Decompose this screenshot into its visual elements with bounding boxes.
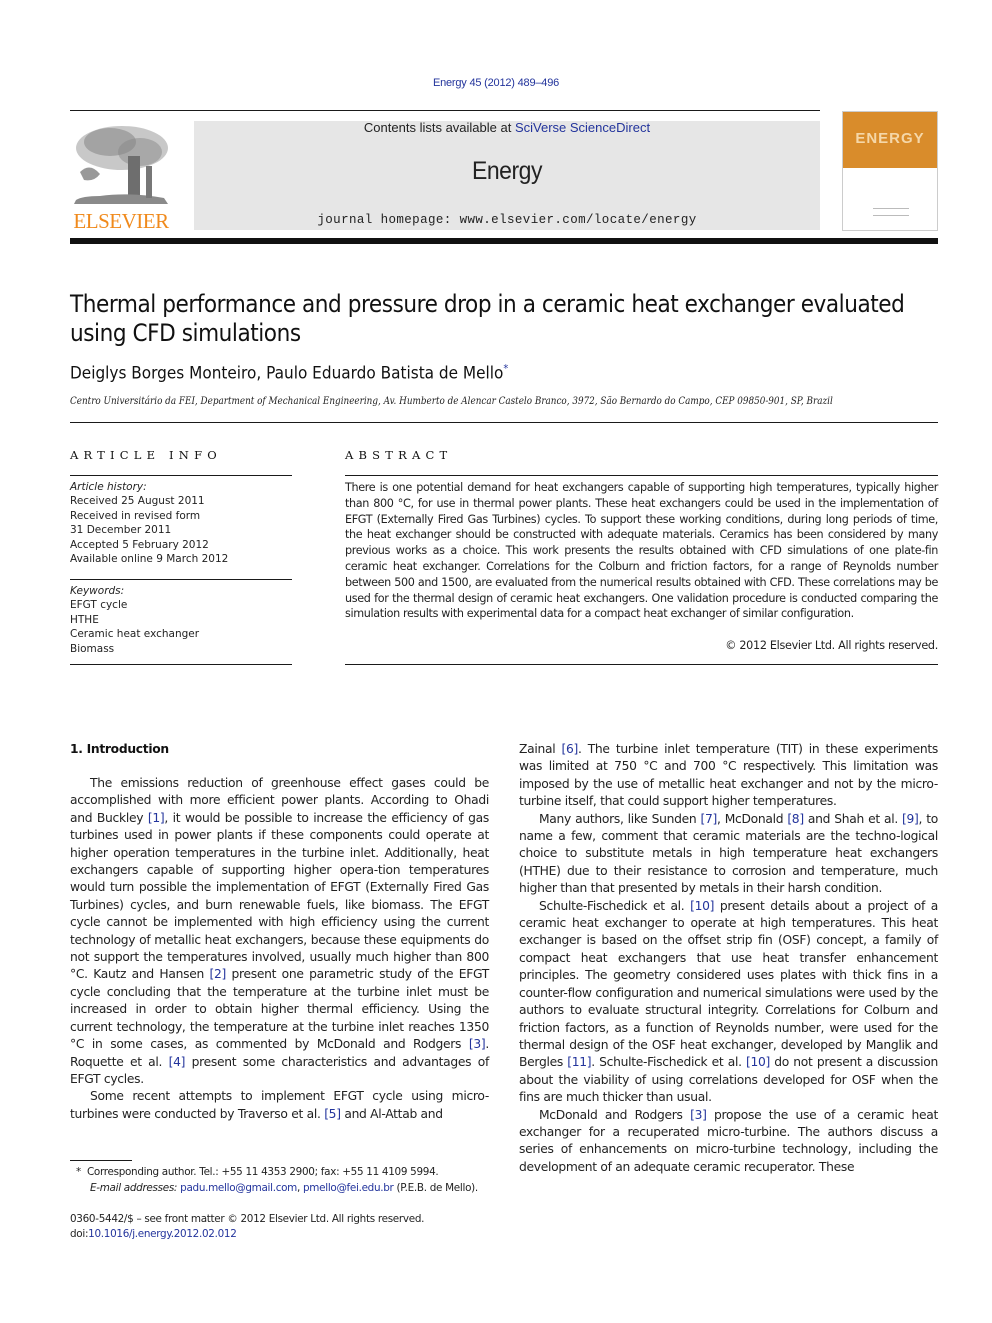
paragraph: The emissions reduction of greenhouse ef… bbox=[70, 775, 489, 1088]
footnote-corresponding: * Corresponding author. Tel.: +55 11 435… bbox=[70, 1165, 500, 1181]
abstract-copyright: © 2012 Elsevier Ltd. All rights reserved… bbox=[725, 639, 938, 652]
doi-link[interactable]: 10.1016/j.energy.2012.02.012 bbox=[88, 1228, 237, 1240]
authors: Deiglys Borges Monteiro, Paulo Eduardo B… bbox=[70, 362, 508, 384]
keywords-rule bbox=[70, 579, 292, 580]
doi-label: doi: bbox=[70, 1227, 89, 1240]
paragraph-text: , it would be possible to increase the e… bbox=[70, 810, 489, 982]
reference-link[interactable]: [6] bbox=[561, 742, 578, 756]
article-info-bottom-rule bbox=[70, 664, 292, 665]
reference-link[interactable]: [3] bbox=[469, 1037, 486, 1051]
keyword-item: EFGT cycle bbox=[70, 599, 128, 612]
email-owner: (P.E.B. de Mello). bbox=[393, 1181, 479, 1194]
reference-link[interactable]: [3] bbox=[690, 1108, 707, 1122]
affiliation: Centro Universitário da FEI, Department … bbox=[70, 395, 833, 407]
keyword-item: Biomass bbox=[70, 642, 115, 655]
history-item: Received in revised form bbox=[70, 509, 201, 522]
abstract-text: There is one potential demand for heat e… bbox=[345, 481, 938, 621]
journal-name: Energy bbox=[471, 157, 543, 185]
contents-prefix: Contents lists available at bbox=[363, 120, 515, 135]
history-item: Received 25 August 2011 bbox=[70, 495, 205, 508]
paragraph: Some recent attempts to implement EFGT c… bbox=[70, 1088, 489, 1123]
paragraph-text: present details about a project of a cer… bbox=[519, 898, 938, 1070]
email-label: E-mail addresses: bbox=[90, 1181, 178, 1194]
reference-link[interactable]: [8] bbox=[787, 812, 804, 826]
paragraph-text: and Shah et al. bbox=[803, 811, 903, 826]
footnote: * Corresponding author. Tel.: +55 11 435… bbox=[70, 1165, 500, 1196]
abstract-heading: ABSTRACT bbox=[345, 448, 453, 462]
paragraph: Zainal [6]. The turbine inlet temperatur… bbox=[519, 741, 938, 811]
article-info-rule bbox=[70, 475, 292, 476]
reference-link[interactable]: [1] bbox=[148, 811, 165, 825]
body-column-left: The emissions reduction of greenhouse ef… bbox=[70, 775, 489, 1123]
paragraph: McDonald and Rodgers [3] propose the use… bbox=[519, 1107, 938, 1177]
email-link-2[interactable]: pmello@fei.edu.br bbox=[303, 1182, 394, 1194]
elsevier-logo[interactable]: ELSEVIER bbox=[70, 118, 172, 233]
reference-link[interactable]: [11] bbox=[567, 1055, 591, 1069]
author-names: Deiglys Borges Monteiro, Paulo Eduardo B… bbox=[70, 363, 504, 384]
paragraph-text: . The turbine inlet temperature (TIT) in… bbox=[519, 742, 938, 809]
article-history: Article history: Received 25 August 2011… bbox=[70, 480, 292, 566]
corresponding-author-mark[interactable]: * bbox=[503, 362, 508, 375]
elsevier-tree-icon bbox=[74, 126, 168, 204]
abstract-bottom-rule bbox=[345, 664, 938, 665]
reference-link[interactable]: [2] bbox=[209, 967, 226, 981]
reference-link[interactable]: [7] bbox=[700, 812, 717, 826]
history-item: Accepted 5 February 2012 bbox=[70, 538, 209, 551]
reference-link[interactable]: [10] bbox=[746, 1055, 770, 1069]
paragraph-text: Schulte-Fischedick et al. bbox=[539, 898, 691, 913]
publisher-name: ELSEVIER bbox=[73, 209, 169, 233]
title-rule bbox=[70, 422, 938, 423]
sciencedirect-mini-logo bbox=[873, 208, 909, 216]
journal-cover[interactable]: ENERGY bbox=[842, 111, 938, 231]
sciencedirect-link[interactable]: SciVerse ScienceDirect bbox=[515, 120, 650, 135]
history-item: Available online 9 March 2012 bbox=[70, 553, 229, 566]
paragraph-text: Many authors, like Sunden bbox=[539, 811, 701, 826]
footnote-contact: Corresponding author. Tel.: +55 11 4353 … bbox=[86, 1166, 439, 1178]
paragraph: Schulte-Fischedick et al. [10] present d… bbox=[519, 898, 938, 1107]
header-rule bbox=[70, 110, 820, 111]
keyword-item: HTHE bbox=[70, 613, 99, 626]
journal-citation[interactable]: Energy 45 (2012) 489–496 bbox=[0, 77, 992, 89]
paragraph: Many authors, like Sunden [7], McDonald … bbox=[519, 811, 938, 898]
section-heading-introduction: 1. Introduction bbox=[70, 742, 169, 756]
reference-link[interactable]: [5] bbox=[324, 1107, 341, 1121]
article-title: Thermal performance and pressure drop in… bbox=[70, 290, 905, 347]
keywords-label: Keywords: bbox=[70, 585, 125, 597]
footnote-mark: * bbox=[76, 1166, 81, 1178]
paragraph-text: , McDonald bbox=[717, 811, 788, 826]
email-link-1[interactable]: padu.mello@gmail.com bbox=[180, 1182, 297, 1194]
reference-link[interactable]: [9] bbox=[902, 812, 919, 826]
keywords: Keywords: EFGT cycle HTHE Ceramic heat e… bbox=[70, 584, 292, 656]
contents-line: Contents lists available at SciVerse Sci… bbox=[194, 120, 820, 135]
paragraph-text: and Al-Attab and bbox=[340, 1106, 443, 1121]
paragraph-text: Zainal bbox=[519, 742, 562, 756]
footnote-emails: E-mail addresses: padu.mello@gmail.com, … bbox=[70, 1181, 500, 1197]
body-column-right: Zainal [6]. The turbine inlet temperatur… bbox=[519, 741, 938, 1176]
paragraph-text: McDonald and Rodgers bbox=[539, 1107, 691, 1122]
journal-homepage[interactable]: journal homepage: www.elsevier.com/locat… bbox=[194, 213, 820, 227]
cover-title: ENERGY bbox=[855, 130, 925, 147]
article-history-label: Article history: bbox=[70, 481, 147, 493]
article-info-heading: ARTICLE INFO bbox=[70, 448, 222, 462]
issn-line: 0360-5442/$ – see front matter © 2012 El… bbox=[70, 1213, 425, 1225]
history-item: 31 December 2011 bbox=[70, 524, 172, 537]
header-thick-rule bbox=[70, 238, 938, 244]
footnote-rule bbox=[70, 1160, 132, 1161]
front-matter: 0360-5442/$ – see front matter © 2012 El… bbox=[70, 1212, 500, 1241]
doi-line: doi:10.1016/j.energy.2012.02.012 bbox=[70, 1227, 500, 1242]
paragraph-text: . Schulte-Fischedick et al. bbox=[591, 1055, 746, 1070]
abstract-rule bbox=[345, 475, 938, 476]
reference-link[interactable]: [10] bbox=[690, 899, 714, 913]
reference-link[interactable]: [4] bbox=[169, 1055, 186, 1069]
keyword-item: Ceramic heat exchanger bbox=[70, 628, 200, 641]
